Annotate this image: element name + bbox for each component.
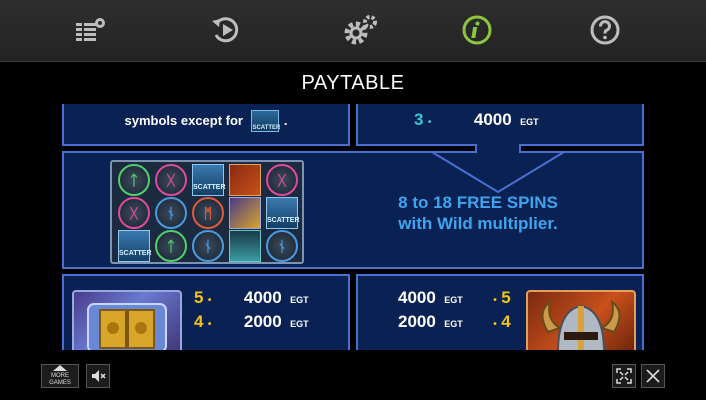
scatter-symbol-small: SCATTER: [251, 110, 280, 132]
rune-x-symbol: ᚷ: [118, 197, 150, 229]
rune-n-symbol: ᚾ: [155, 197, 187, 229]
pay-dot: •: [493, 319, 497, 330]
pay-amount: 4000: [398, 288, 436, 307]
page-title: PAYTABLE: [301, 72, 405, 94]
pay-currency: EGT: [444, 319, 463, 329]
rune-x-symbol: ᚷ: [155, 164, 187, 196]
lightning-symbol: [229, 230, 261, 262]
wild-info-end: .: [283, 113, 288, 129]
down-arrow-icon: [430, 144, 566, 194]
scatter-count: 3: [414, 110, 424, 129]
menu-settings-icon: [76, 18, 105, 41]
paytable-content[interactable]: symbols except for SCATTER . 3 • 4000 EG…: [0, 104, 706, 350]
more-games-label: MORE GAMES: [49, 373, 71, 386]
pay-count: 5: [501, 288, 511, 307]
left-pay-row: 5 • 4000 EGT: [194, 288, 309, 312]
wild-chest-symbol: [229, 197, 261, 229]
rune-n-symbol: ᚾ: [266, 230, 298, 262]
wild-chest-symbol: [72, 290, 182, 350]
scatter-symbol: SCATTER: [192, 164, 226, 196]
pay-dot: •: [207, 295, 212, 306]
viking-helmet-symbol: [526, 290, 636, 350]
info-icon: [462, 15, 492, 45]
close-button[interactable]: [641, 364, 665, 388]
rune-n-symbol: ᚾ: [192, 230, 224, 262]
pay-amount: 2000: [398, 312, 436, 331]
rune-t-symbol: ᛏ: [155, 230, 187, 262]
viking-helmet-symbol: [229, 164, 261, 196]
wild-info-line: symbols except for SCATTER .: [64, 110, 348, 132]
pay-amount: 2000: [243, 312, 282, 331]
top-nav-bar: [0, 0, 706, 62]
pay-currency: EGT: [290, 319, 309, 329]
fullscreen-button[interactable]: [612, 364, 636, 388]
chest-icon: [87, 303, 167, 350]
free-spins-line2: with Wild multiplier.: [398, 214, 558, 233]
sound-muted-icon: [92, 370, 106, 382]
menu-settings-button[interactable]: [72, 12, 108, 48]
scatter-reels-grid: ᛏ ᚷ SCATTER ᚷ ᚷ ᚾ ᛗ SCATTER SCATTER ᛏ ᚾ ᚾ: [110, 160, 304, 264]
settings-gears-icon: [344, 15, 377, 45]
fullscreen-icon: [616, 368, 632, 384]
pay-currency: EGT: [444, 295, 463, 305]
scatter-dot: •: [427, 117, 432, 128]
left-pay-row: 4 • 2000 EGT: [194, 312, 309, 336]
info-button[interactable]: [459, 12, 495, 48]
wild-info-panel: symbols except for SCATTER .: [62, 104, 350, 146]
pay-currency: EGT: [290, 295, 309, 305]
scatter-symbol: SCATTER: [266, 197, 300, 229]
scatter-symbol: SCATTER: [118, 230, 152, 262]
pay-amount: 4000: [243, 288, 282, 307]
rune-m-symbol: ᛗ: [192, 197, 224, 229]
autoplay-button[interactable]: [208, 12, 244, 48]
home-icon: [53, 365, 67, 371]
rune-t-symbol: ᛏ: [118, 164, 150, 196]
helmet-pay-panel: 4000 EGT • 5 2000 EGT • 4: [356, 274, 644, 350]
pay-dot: •: [207, 319, 212, 330]
autoplay-icon: [212, 17, 239, 43]
chest-pay-panel: 5 • 4000 EGT 4 • 2000 EGT: [62, 274, 350, 350]
settings-button[interactable]: [343, 12, 379, 48]
scatter-amount: 4000: [473, 110, 512, 129]
bottom-bar: MORE GAMES: [0, 350, 706, 400]
rune-x-symbol: ᚷ: [266, 164, 298, 196]
pay-dot: •: [493, 295, 497, 306]
scatter-currency: EGT: [520, 117, 539, 127]
free-spins-text: 8 to 18 FREE SPINS with Wild multiplier.: [364, 192, 592, 234]
pay-count: 5: [194, 288, 204, 307]
right-pay-row: 2000 EGT • 4: [398, 312, 511, 336]
help-button[interactable]: [587, 12, 623, 48]
viking-helmet-icon: [541, 299, 621, 350]
scatter-pay-panel: 3 • 4000 EGT: [356, 104, 644, 146]
sound-toggle-button[interactable]: [86, 364, 110, 388]
close-icon: [646, 369, 660, 383]
wild-info-text: symbols except for: [124, 113, 243, 129]
right-pay-row: 4000 EGT • 5: [398, 288, 511, 312]
pay-count: 4: [501, 312, 511, 331]
more-games-button[interactable]: MORE GAMES: [41, 364, 79, 388]
help-icon: [590, 15, 620, 45]
pay-count: 4: [194, 312, 204, 331]
left-pay-rows: 5 • 4000 EGT 4 • 2000 EGT: [194, 288, 309, 336]
right-pay-rows: 4000 EGT • 5 2000 EGT • 4: [398, 288, 511, 336]
scatter-pay-row: 3 • 4000 EGT: [414, 110, 539, 130]
